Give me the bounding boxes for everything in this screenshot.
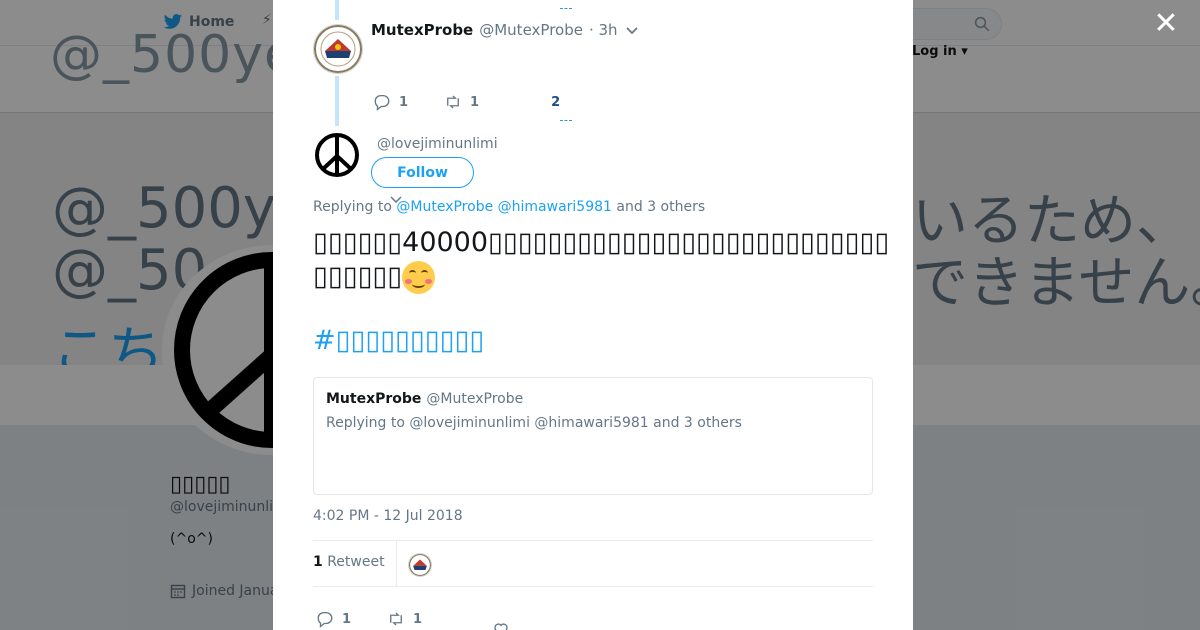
tweet-permalink-modal: MutexProbe @MutexProbe · 3h 1 1 2 @lovej… [273,0,913,630]
hashtag-link[interactable]: #▯▯▯▯▯▯▯▯▯▯ [313,325,484,356]
main-tweet-avatar[interactable] [313,131,361,179]
main-tweet-actions: 1 1 [316,600,510,630]
parent-tweet-time[interactable]: · 3h [589,21,618,39]
retweeter-avatar[interactable] [408,553,432,577]
replying-others[interactable]: and 3 others [616,199,705,215]
replying-prefix: Replying to [313,199,392,215]
parent-tweet-name[interactable]: MutexProbe [371,21,473,39]
like-dash [560,120,572,123]
quote-header: MutexProbe @MutexProbe [326,391,523,407]
main-tweet-handle[interactable]: @lovejiminunlimi [377,136,498,152]
like-button[interactable]: 2 [551,95,560,110]
like-button[interactable] [492,620,510,630]
reply-count: 1 [342,611,352,627]
parent-tweet-avatar[interactable] [313,24,363,74]
parent-tweet-header: MutexProbe @MutexProbe · 3h [371,21,618,39]
quote-tweet-card[interactable]: MutexProbe @MutexProbe Replying to @love… [313,377,873,495]
chevron-down-icon[interactable] [625,24,639,38]
replying-to: Replying to @MutexProbe @himawari5981 an… [313,199,705,215]
thread-line [335,76,339,126]
smiling-blush-emoji-icon [402,261,436,294]
retweet-stat[interactable]: 1 Retweet [313,554,385,570]
peace-sign-icon [315,133,359,177]
parent-tweet-actions: 1 1 2 [373,93,560,111]
reply-icon [317,611,333,628]
reply-icon [374,94,390,111]
retweet-button[interactable]: 1 [387,610,422,628]
retweet-stat-count: 1 [313,554,323,570]
close-icon[interactable]: ✕ [1152,9,1180,39]
tweet-text-body: ▯▯▯▯▯▯40000▯▯▯▯▯▯▯▯▯▯▯▯▯▯▯▯▯▯▯▯▯▯▯▯▯▯▯▯▯… [313,227,890,292]
retweet-button[interactable]: 1 [444,93,479,111]
seal-logo-icon [409,554,431,576]
heart-icon [494,623,508,630]
quote-handle: @MutexProbe [426,391,524,407]
retweet-count: 1 [413,611,423,627]
follow-button[interactable]: Follow [371,157,474,188]
retweet-icon [390,612,402,626]
like-count: 2 [551,94,561,110]
parent-like-dash [560,8,572,11]
seal-logo-icon [314,25,362,73]
quote-name: MutexProbe [326,391,422,407]
reply-button[interactable]: 1 [373,93,408,111]
mention-link[interactable]: @himawari5981 [498,199,612,215]
retweet-icon [447,95,459,109]
thread-line-top [335,0,339,20]
quote-replying: Replying to @lovejiminunlimi @himawari59… [326,415,742,431]
reply-button[interactable]: 1 [316,610,351,628]
retweet-stat-label: Retweet [327,554,385,570]
mention-link[interactable]: @MutexProbe [396,199,493,215]
tweet-timestamp: 4:02 PM - 12 Jul 2018 [313,508,463,524]
tweet-stats: 1 Retweet [313,540,873,587]
stats-divider [396,541,397,587]
reply-count: 1 [399,94,409,110]
tweet-text: ▯▯▯▯▯▯40000▯▯▯▯▯▯▯▯▯▯▯▯▯▯▯▯▯▯▯▯▯▯▯▯▯▯▯▯▯… [313,226,898,294]
retweet-count: 1 [470,94,480,110]
parent-tweet-handle[interactable]: @MutexProbe [479,21,583,39]
